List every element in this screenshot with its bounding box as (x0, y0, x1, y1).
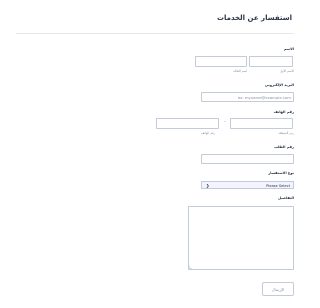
last-name-input[interactable] (195, 56, 247, 67)
phone-label: رقم الهاتف (273, 110, 294, 114)
inquiry-type-select[interactable]: ❯ Please Select (201, 181, 294, 189)
submit-button[interactable]: الإرسال (262, 282, 294, 296)
inquiry-type-selected: Please Select (266, 183, 290, 188)
phone-area-code-input[interactable] (230, 118, 293, 129)
first-name-input[interactable] (249, 56, 293, 67)
title-divider (16, 33, 294, 34)
email-label: البريد الإلكتروني (264, 83, 294, 87)
phone-number-input[interactable] (156, 118, 219, 129)
last-name-sublabel: اسم العائلة (233, 69, 247, 73)
phone-separator: - (224, 119, 226, 125)
details-label: التفاصيل (277, 196, 294, 200)
phone-number-sublabel: رقم الهاتف (201, 131, 215, 135)
order-number-input[interactable] (201, 154, 294, 164)
inquiry-type-label: نوع الاستفسار (268, 171, 294, 175)
resize-handle-icon[interactable]: ∟ (189, 265, 192, 270)
order-number-label: رقم الطلب (274, 145, 294, 149)
area-code-sublabel: رمز المنطقة (278, 131, 294, 135)
email-input[interactable] (201, 92, 294, 102)
details-textarea[interactable] (188, 206, 294, 270)
chevron-down-icon: ❯ (206, 183, 210, 188)
name-label: الاسم (283, 47, 294, 51)
first-name-sublabel: الاسم الأول (279, 69, 294, 73)
form-title: استفسار عن الخدمات (216, 14, 292, 22)
